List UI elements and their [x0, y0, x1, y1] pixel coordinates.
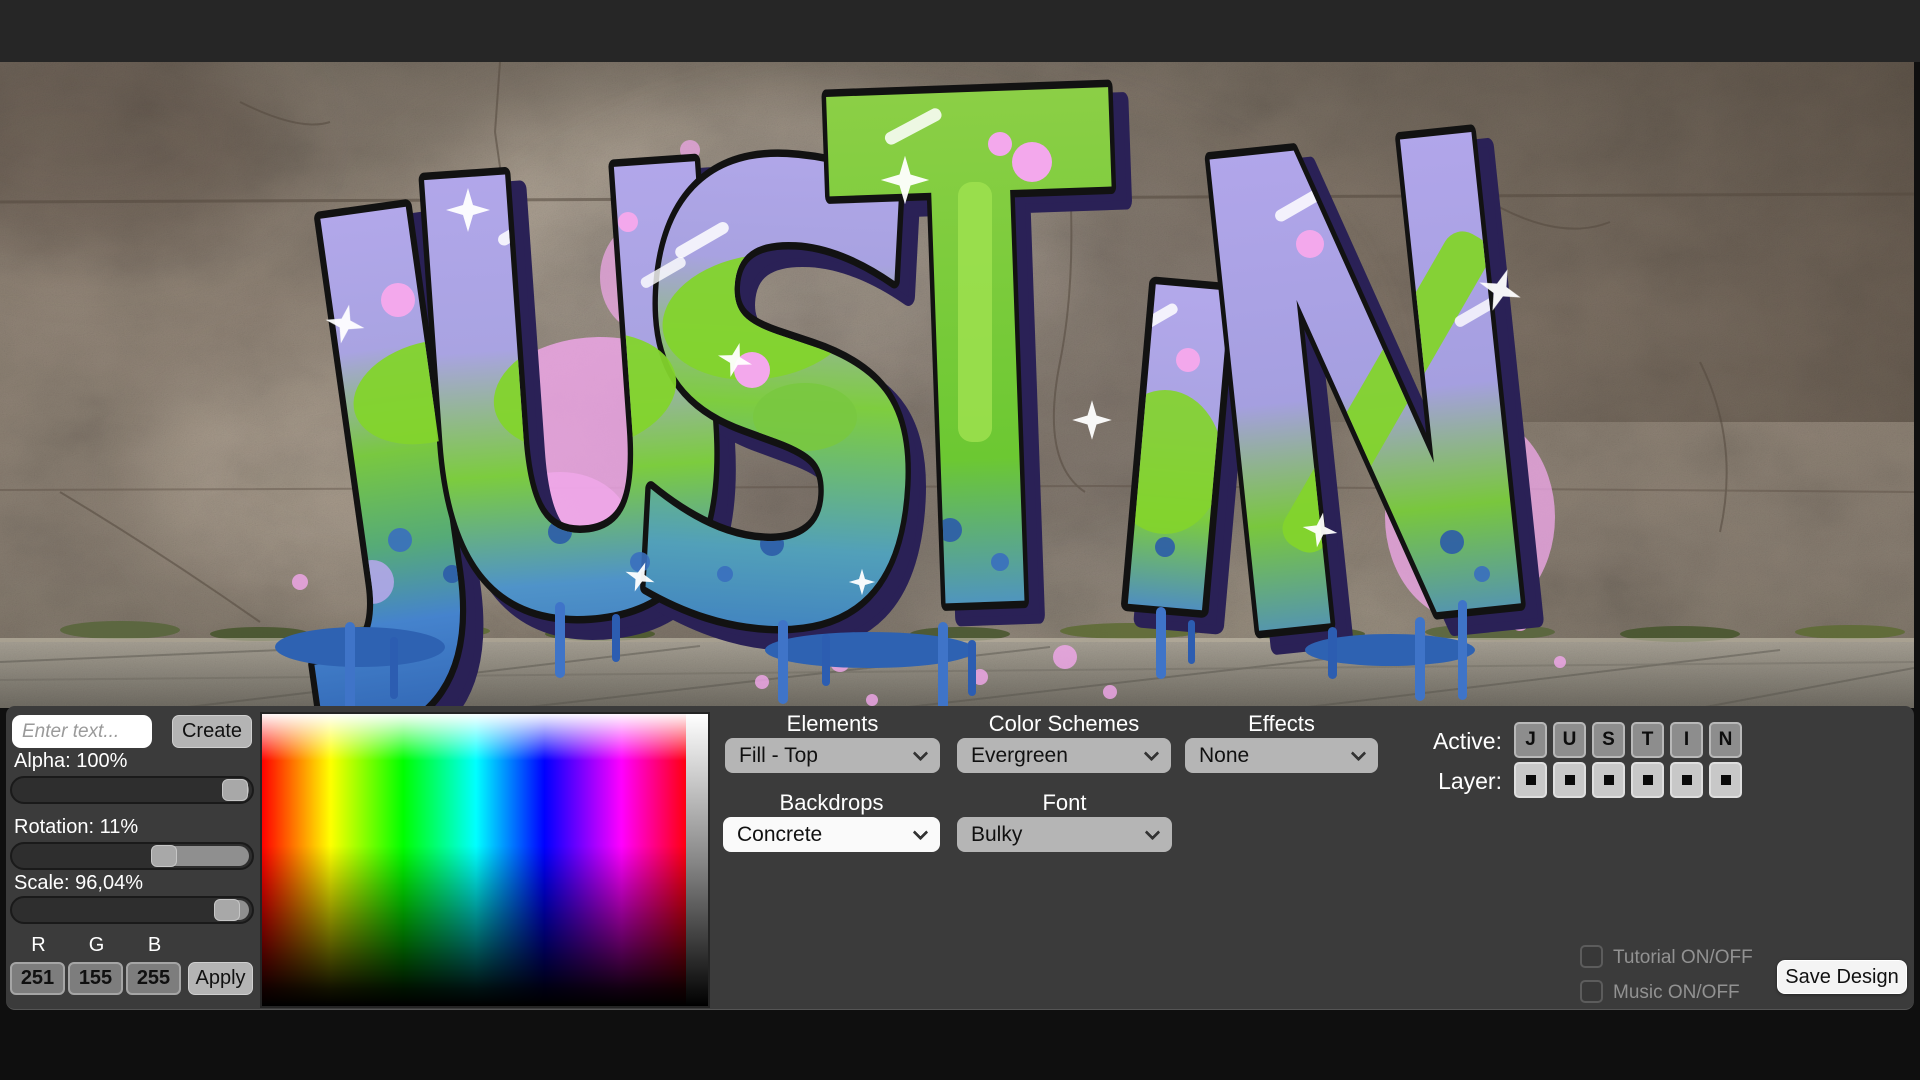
blue-value-input[interactable] — [126, 962, 181, 995]
layer-button-1[interactable] — [1514, 762, 1547, 798]
graffiti-canvas[interactable]: J U S T I N — [0, 62, 1914, 708]
square-icon — [1682, 775, 1692, 785]
chevron-down-icon — [913, 746, 929, 762]
text-input[interactable] — [12, 715, 152, 748]
active-letter-s[interactable]: S — [1592, 722, 1625, 758]
square-icon — [1643, 775, 1653, 785]
layer-button-6[interactable] — [1709, 762, 1742, 798]
save-design-button[interactable]: Save Design — [1777, 960, 1907, 994]
control-panel: Create Alpha: 100% Rotation: 11% Scale: … — [6, 706, 1914, 1010]
layer-button-5[interactable] — [1670, 762, 1703, 798]
alpha-slider-handle[interactable] — [222, 779, 248, 801]
active-letter-buttons: J U S T I N — [1514, 722, 1742, 758]
scale-slider[interactable] — [10, 896, 254, 924]
effects-heading: Effects — [1185, 711, 1378, 737]
alpha-label: Alpha: 100% — [14, 750, 127, 774]
square-icon — [1526, 775, 1536, 785]
elements-dropdown[interactable]: Fill - Top — [725, 738, 940, 773]
scale-slider-handle[interactable] — [214, 899, 240, 921]
wall-backdrop-art: J U S T I N — [0, 62, 1914, 708]
layer-button-4[interactable] — [1631, 762, 1664, 798]
font-dropdown[interactable]: Bulky — [957, 817, 1172, 852]
color-picker[interactable] — [260, 712, 710, 1008]
color-schemes-dropdown[interactable]: Evergreen — [957, 738, 1171, 773]
red-value-input[interactable] — [10, 962, 65, 995]
font-value: Bulky — [971, 823, 1022, 847]
alpha-slider[interactable] — [10, 776, 254, 804]
blue-header: B — [126, 934, 183, 957]
layer-label: Layer: — [1382, 768, 1502, 795]
rotation-label: Rotation: 11% — [14, 816, 138, 840]
elements-heading: Elements — [725, 711, 940, 737]
apply-button[interactable]: Apply — [188, 962, 253, 995]
scale-label: Scale: 96,04% — [14, 872, 143, 896]
layer-button-3[interactable] — [1592, 762, 1625, 798]
top-bar — [0, 0, 1920, 62]
active-letter-j[interactable]: J — [1514, 722, 1547, 758]
backdrops-dropdown[interactable]: Concrete — [723, 817, 940, 852]
chevron-down-icon — [913, 825, 929, 841]
chevron-down-icon — [1351, 746, 1367, 762]
backdrops-value: Concrete — [737, 823, 822, 847]
red-header: R — [10, 934, 67, 957]
active-letter-n[interactable]: N — [1709, 722, 1742, 758]
rotation-slider[interactable] — [10, 842, 254, 870]
tutorial-label: Tutorial ON/OFF — [1613, 947, 1753, 969]
chevron-down-icon — [1145, 825, 1161, 841]
chevron-down-icon — [1144, 746, 1160, 762]
rotation-slider-handle[interactable] — [151, 845, 177, 867]
color-schemes-heading: Color Schemes — [957, 711, 1171, 737]
font-heading: Font — [957, 790, 1172, 816]
green-value-input[interactable] — [68, 962, 123, 995]
square-icon — [1565, 775, 1575, 785]
active-letter-u[interactable]: U — [1553, 722, 1586, 758]
active-letter-i[interactable]: I — [1670, 722, 1703, 758]
color-picker-spectrum[interactable] — [262, 714, 690, 1006]
tutorial-checkbox[interactable] — [1580, 945, 1603, 968]
music-checkbox[interactable] — [1580, 980, 1603, 1003]
effects-value: None — [1199, 744, 1249, 768]
square-icon — [1604, 775, 1614, 785]
green-header: G — [68, 934, 125, 957]
color-picker-grayscale[interactable] — [686, 714, 708, 1006]
square-icon — [1721, 775, 1731, 785]
create-button[interactable]: Create — [172, 715, 252, 748]
color-schemes-value: Evergreen — [971, 744, 1068, 768]
layer-button-2[interactable] — [1553, 762, 1586, 798]
music-label: Music ON/OFF — [1613, 982, 1740, 1004]
backdrops-heading: Backdrops — [723, 790, 940, 816]
effects-dropdown[interactable]: None — [1185, 738, 1378, 773]
layer-buttons — [1514, 762, 1742, 798]
active-label: Active: — [1382, 728, 1502, 755]
elements-value: Fill - Top — [739, 744, 818, 768]
active-letter-t[interactable]: T — [1631, 722, 1664, 758]
